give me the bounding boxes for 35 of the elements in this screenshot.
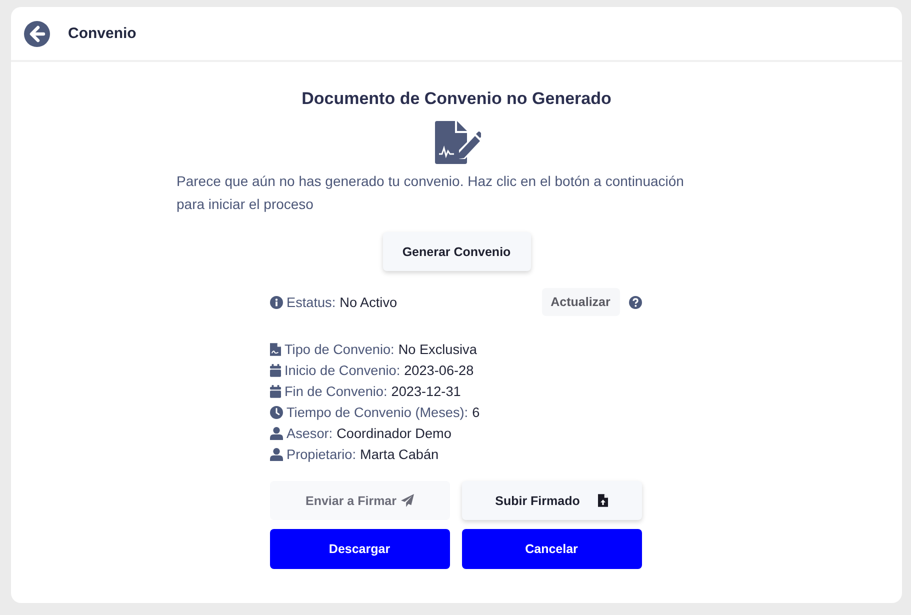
- user-icon: [270, 427, 282, 440]
- detail-value: 2023-12-31: [391, 384, 461, 399]
- back-button[interactable]: [24, 20, 50, 46]
- refresh-button[interactable]: Actualizar: [542, 288, 620, 316]
- detail-label: Fin de Convenio:: [284, 384, 388, 399]
- status-label: Estatus:: [286, 294, 336, 310]
- info-icon: [270, 296, 282, 308]
- detail-value: Marta Cabán: [360, 447, 439, 462]
- clock-icon: [270, 406, 282, 419]
- calendar-icon: [270, 385, 280, 398]
- generate-button[interactable]: Generar Convenio: [382, 232, 530, 271]
- detail-label: Propietario:: [286, 447, 356, 462]
- notice-title: Documento de Convenio no Generado: [302, 89, 612, 109]
- user-icon: [270, 448, 282, 461]
- detail-label: Asesor:: [286, 426, 333, 441]
- download-button[interactable]: Descargar: [270, 529, 450, 569]
- file-upload-icon: [598, 494, 608, 507]
- paper-plane-icon: [400, 494, 414, 507]
- document-icon: [270, 343, 280, 356]
- help-button[interactable]: [628, 296, 642, 308]
- cancel-button[interactable]: Cancelar: [462, 529, 642, 569]
- detail-value: No Exclusiva: [398, 342, 477, 357]
- page-title: Convenio: [68, 25, 136, 42]
- upload-signed-button[interactable]: Subir Firmado: [462, 481, 642, 520]
- document-signature-icon: [434, 121, 480, 164]
- detail-value: 2023-06-28: [404, 363, 474, 378]
- help-icon: [628, 296, 642, 308]
- detail-label: Tiempo de Convenio (Meses):: [286, 405, 468, 420]
- notice-message: Parece que aún no has generado tu convenio. Haz clic en el botón a continuación para iniciar el proceso: [176, 172, 685, 214]
- status-value: No Activo: [340, 294, 398, 310]
- calendar-icon: [270, 364, 280, 377]
- detail-value: Coordinador Demo: [336, 426, 452, 441]
- detail-label: Inicio de Convenio:: [284, 363, 400, 378]
- detail-value: 6: [472, 405, 480, 420]
- detail-label: Tipo de Convenio:: [284, 342, 394, 357]
